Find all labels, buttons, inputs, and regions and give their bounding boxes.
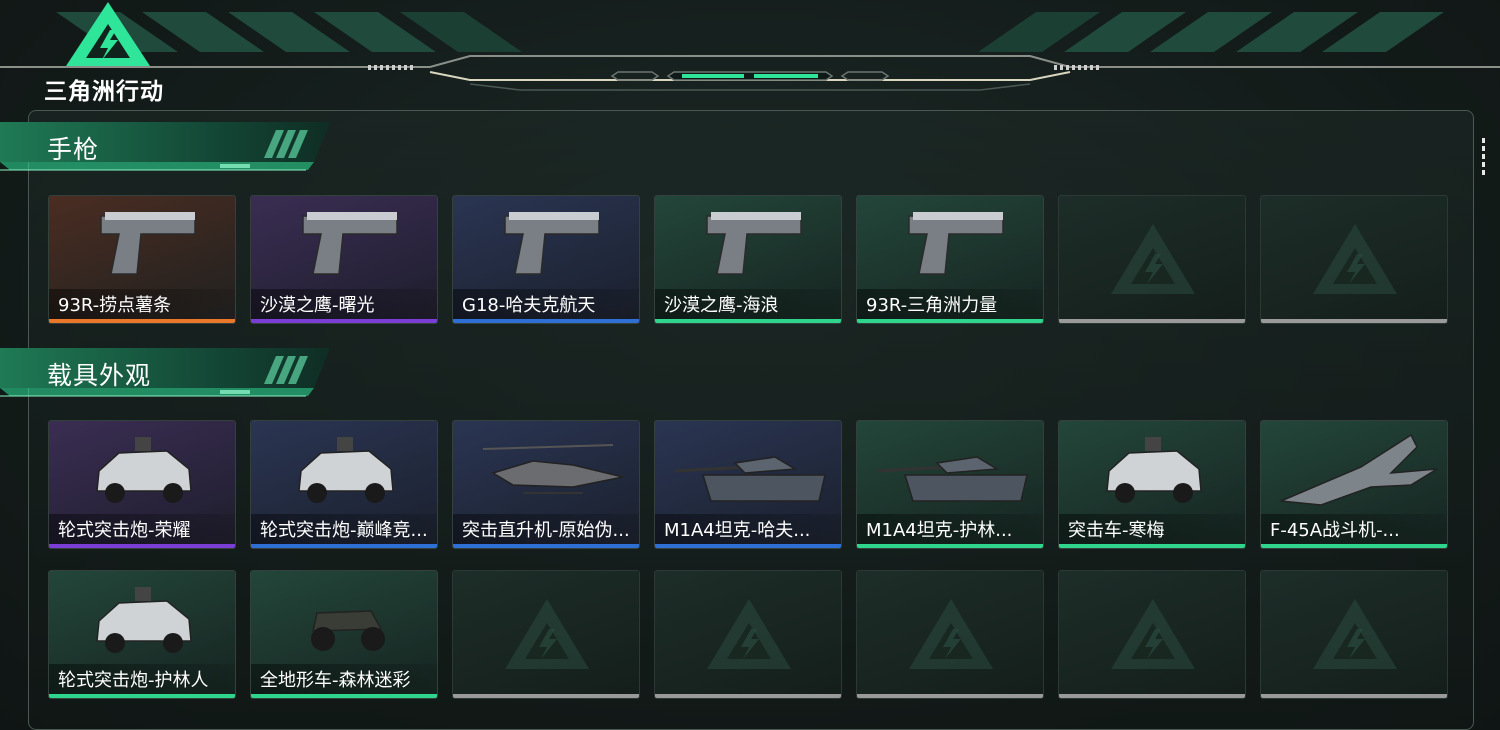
rarity-bar [1059,694,1245,698]
item-name: 93R-三角洲力量 [866,295,998,316]
rarity-bar [49,694,235,698]
empty-item-slot[interactable] [452,570,640,699]
item-name: 轮式突击炮-荣耀 [58,520,191,541]
item-card[interactable]: 全地形车-森林迷彩 [250,570,438,699]
item-name: 全地形车-森林迷彩 [260,670,411,691]
item-name: M1A4坦克-哈夫... [664,520,811,541]
item-name: F-45A战斗机-... [1270,520,1400,541]
empty-item-slot[interactable] [1260,195,1448,324]
empty-item-slot[interactable] [1260,570,1448,699]
rarity-bar [1059,544,1245,548]
item-card[interactable]: 轮式突击炮-护林人 [48,570,236,699]
item-name: 轮式突击炮-巅峰竞... [260,520,428,541]
rarity-bar [251,319,437,323]
empty-slot-icon [1111,224,1195,294]
item-card[interactable]: 轮式突击炮-巅峰竞... [250,420,438,549]
item-card[interactable]: M1A4坦克-哈夫... [654,420,842,549]
rarity-bar [857,319,1043,323]
rarity-bar [857,544,1043,548]
item-card[interactable]: 93R-捞点薯条 [48,195,236,324]
fighter-jet-icon [1261,421,1447,521]
empty-item-slot[interactable] [1058,195,1246,324]
item-name: 沙漠之鹰-海浪 [664,295,779,316]
empty-item-slot[interactable] [856,570,1044,699]
rarity-bar [1261,544,1447,548]
empty-slot-icon [1111,599,1195,669]
empty-slot-icon [1313,224,1397,294]
pistol-icon [251,196,437,296]
section-title: 载具外观 [47,361,152,390]
top-header: 三角洲行动 [0,0,1500,105]
item-card[interactable]: M1A4坦克-护林... [856,420,1044,549]
atv-icon [251,571,437,671]
item-name: 突击直升机-原始伪... [462,520,630,541]
item-name: 93R-捞点薯条 [58,295,172,316]
item-card[interactable]: 沙漠之鹰-曙光 [250,195,438,324]
item-card[interactable]: F-45A战斗机-... [1260,420,1448,549]
item-name: 轮式突击炮-护林人 [58,670,209,691]
item-name: 沙漠之鹰-曙光 [260,295,375,316]
pistol-icon [655,196,841,296]
rarity-bar [251,694,437,698]
rarity-bar [251,544,437,548]
empty-slot-icon [707,599,791,669]
rarity-bar [453,319,639,323]
item-card[interactable]: 轮式突击炮-荣耀 [48,420,236,549]
helicopter-icon [453,421,639,521]
pistol-icon [453,196,639,296]
armored-car-icon [49,571,235,671]
rarity-bar [857,694,1043,698]
rarity-bar [49,544,235,548]
rarity-bar [453,544,639,548]
app-logo-text: 三角洲行动 [44,79,164,105]
item-card[interactable]: 沙漠之鹰-海浪 [654,195,842,324]
scroll-indicator[interactable] [1482,138,1486,180]
armored-car-icon [251,421,437,521]
item-name: M1A4坦克-护林... [866,520,1013,541]
item-name: G18-哈夫克航天 [462,295,596,316]
empty-slot-icon [1313,599,1397,669]
header-decoration [0,12,1500,91]
empty-slot-icon [909,599,993,669]
pistol-icon [857,196,1043,296]
rarity-bar [1261,319,1447,323]
armored-car-icon [49,421,235,521]
empty-slot-icon [505,599,589,669]
section-header: 手枪 [0,120,340,174]
pistol-icon [49,196,235,296]
section-title: 手枪 [47,135,100,164]
rarity-bar [655,319,841,323]
tank-icon [857,421,1043,521]
assault-vehicle-icon [1059,421,1245,521]
rarity-bar [49,319,235,323]
empty-item-slot[interactable] [1058,570,1246,699]
empty-item-slot[interactable] [654,570,842,699]
rarity-bar [655,694,841,698]
rarity-bar [655,544,841,548]
rarity-bar [1059,319,1245,323]
rarity-bar [1261,694,1447,698]
item-card[interactable]: 93R-三角洲力量 [856,195,1044,324]
tank-icon [655,421,841,521]
section-header: 载具外观 [0,346,340,400]
item-card[interactable]: 突击直升机-原始伪... [452,420,640,549]
item-card[interactable]: 突击车-寒梅 [1058,420,1246,549]
rarity-bar [453,694,639,698]
item-name: 突击车-寒梅 [1068,520,1165,541]
item-card[interactable]: G18-哈夫克航天 [452,195,640,324]
